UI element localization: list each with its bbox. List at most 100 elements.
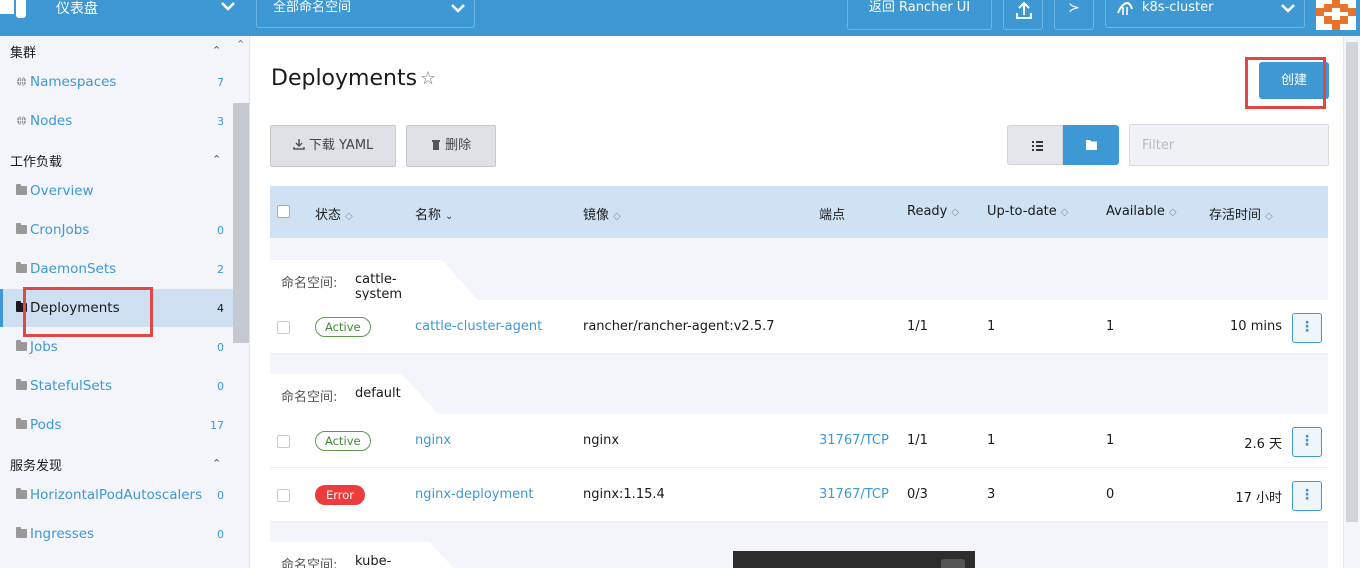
- sidebar-item-overview[interactable]: Overview: [0, 172, 233, 210]
- namespace-label: 命名空间:: [281, 558, 338, 568]
- deployment-name-link[interactable]: cattle-cluster-agent: [415, 319, 542, 334]
- sidebar-item-label: Ingresses: [30, 526, 95, 542]
- back-to-rancher-button[interactable]: 返回 Rancher UI: [847, 0, 992, 30]
- collapse-caret-icon[interactable]: ⌃: [212, 44, 221, 57]
- rancher-logo-icon[interactable]: [0, 0, 30, 20]
- age-cell: 10 mins: [1230, 319, 1282, 334]
- dashboard-title: 仪表盘: [56, 1, 98, 17]
- table-header: 状态 ◇ 名称 ⌄ 镜像 ◇ 端点 Ready ◇ Up-to-date ◇ Availa…: [270, 186, 1328, 238]
- sidebar-group-workloads[interactable]: 工作负载: [10, 151, 62, 170]
- cluster-icon: [1117, 1, 1133, 15]
- sidebar-item-cronjobs[interactable]: CronJobs 0: [0, 211, 233, 249]
- toolbar-handle[interactable]: [941, 559, 965, 568]
- column-header-ready[interactable]: Ready ◇: [907, 204, 959, 219]
- user-avatar[interactable]: [1316, 0, 1356, 30]
- sidebar-item-label: CronJobs: [30, 222, 90, 238]
- sidebar-group-cluster[interactable]: 集群: [10, 42, 36, 61]
- sidebar-item-count: 0: [217, 489, 224, 502]
- table-row: Active nginx nginx 31767/TCP 1/1 1 1 2.6…: [270, 414, 1328, 468]
- namespace-group-header: 命名空间: cattle-system: [270, 260, 442, 302]
- collapse-caret-icon[interactable]: ⌃: [212, 153, 221, 166]
- sidebar-item-daemonsets[interactable]: DaemonSets 2: [0, 250, 233, 288]
- group-view-toggle[interactable]: [1063, 125, 1119, 165]
- sort-icon: ◇: [345, 211, 353, 222]
- column-header-name[interactable]: 名称 ⌄: [415, 204, 453, 223]
- available-cell: 0: [1106, 487, 1115, 502]
- trash-icon: [431, 140, 440, 150]
- top-bar: 仪表盘 全部命名空间 返回 Rancher UI ≻ k8s-cluster: [0, 0, 1360, 36]
- folder-icon: [16, 379, 27, 390]
- kubectl-shell-button[interactable]: ≻: [1054, 0, 1094, 30]
- sidebar-item-label: Nodes: [30, 113, 73, 129]
- download-yaml-button[interactable]: 下载 YAML: [270, 125, 396, 167]
- sidebar-item-hpa[interactable]: HorizontalPodAutoscalers 0: [0, 476, 233, 514]
- image-cell: nginx:1.15.4: [583, 487, 665, 502]
- row-actions-button[interactable]: ⋮: [1292, 313, 1322, 343]
- column-header-age[interactable]: 存活时间 ◇: [1209, 204, 1273, 223]
- column-header-up-to-date[interactable]: Up-to-date ◇: [987, 204, 1068, 219]
- table-row: Error nginx-deployment nginx:1.15.4 3176…: [270, 468, 1328, 522]
- column-header-endpoints: 端点: [819, 204, 845, 223]
- filter-input[interactable]: [1129, 124, 1329, 166]
- row-actions-button[interactable]: ⋮: [1292, 481, 1322, 511]
- scroll-up-icon[interactable]: ⌃: [236, 38, 245, 51]
- status-badge: Error: [315, 485, 366, 505]
- column-header-available[interactable]: Available ◇: [1106, 204, 1177, 219]
- deployment-name-link[interactable]: nginx: [415, 433, 451, 448]
- sidebar-item-pods[interactable]: Pods 17: [0, 406, 233, 444]
- deployment-name-link[interactable]: nginx-deployment: [415, 487, 534, 502]
- folder-icon: [1086, 140, 1097, 150]
- table-row: Active cattle-cluster-agent rancher/ranc…: [270, 300, 1328, 354]
- sidebar-item-nodes[interactable]: Nodes 3: [0, 102, 233, 140]
- sort-icon: ◇: [613, 211, 621, 222]
- chevron-down-icon: [1281, 4, 1295, 13]
- column-header-state[interactable]: 状态 ◇: [315, 204, 353, 223]
- sort-icon: ◇: [1060, 207, 1069, 218]
- favorite-star-icon[interactable]: ☆: [420, 68, 436, 89]
- row-checkbox[interactable]: [277, 435, 290, 448]
- collapse-caret-icon[interactable]: ⌃: [212, 457, 221, 470]
- up-to-date-cell: 1: [987, 319, 996, 334]
- globe-icon: [16, 76, 27, 87]
- row-checkbox[interactable]: [277, 321, 290, 334]
- namespace-selector[interactable]: 全部命名空间: [256, 0, 475, 28]
- main-scrollbar-thumb[interactable]: [1346, 42, 1358, 522]
- row-actions-button[interactable]: ⋮: [1292, 427, 1322, 457]
- delete-button[interactable]: 删除: [406, 125, 496, 167]
- import-yaml-button[interactable]: [1003, 0, 1043, 30]
- tab-slope: [430, 542, 466, 568]
- select-all-checkbox[interactable]: [277, 205, 290, 218]
- chevron-down-icon: [451, 4, 465, 13]
- sort-desc-icon: ⌄: [445, 211, 454, 222]
- ready-cell: 0/3: [907, 487, 928, 502]
- sidebar-scrollbar-thumb[interactable]: [233, 103, 249, 343]
- sidebar-item-count: 0: [217, 224, 224, 237]
- cluster-selector[interactable]: k8s-cluster: [1105, 0, 1305, 28]
- namespace-selector-label: 全部命名空间: [273, 0, 352, 15]
- dashboard-menu-toggle[interactable]: [220, 0, 244, 18]
- sidebar-group-service-discovery[interactable]: 服务发现: [10, 455, 62, 474]
- sidebar-item-ingresses[interactable]: Ingresses 0: [0, 515, 233, 553]
- column-label: 端点: [819, 208, 846, 223]
- column-header-image[interactable]: 镜像 ◇: [583, 204, 621, 223]
- sidebar-item-statefulsets[interactable]: StatefulSets 0: [0, 367, 233, 405]
- sidebar-item-label: StatefulSets: [30, 378, 112, 394]
- folder-icon: [16, 184, 27, 195]
- endpoint-link[interactable]: 31767/TCP: [819, 487, 889, 502]
- folder-icon: [16, 527, 27, 538]
- folder-icon: [16, 340, 27, 351]
- sidebar-item-namespaces[interactable]: Namespaces 7: [0, 63, 233, 101]
- age-cell: 17 小时: [1235, 491, 1282, 506]
- available-cell: 1: [1106, 433, 1115, 448]
- deployments-table: 状态 ◇ 名称 ⌄ 镜像 ◇ 端点 Ready ◇ Up-to-date ◇ Availa…: [270, 186, 1328, 568]
- row-checkbox[interactable]: [277, 489, 290, 502]
- upload-icon: [1016, 1, 1032, 19]
- main-scrollbar[interactable]: [1343, 36, 1360, 568]
- sort-icon: ◇: [951, 207, 960, 218]
- sidebar-item-label: HorizontalPodAutoscalers: [30, 487, 203, 503]
- image-cell: rancher/rancher-agent:v2.5.7: [583, 319, 775, 334]
- list-view-toggle[interactable]: [1007, 125, 1063, 165]
- image-cell: nginx: [583, 433, 620, 448]
- namespace-name: cattle-system: [355, 272, 402, 302]
- endpoint-link[interactable]: 31767/TCP: [819, 433, 889, 448]
